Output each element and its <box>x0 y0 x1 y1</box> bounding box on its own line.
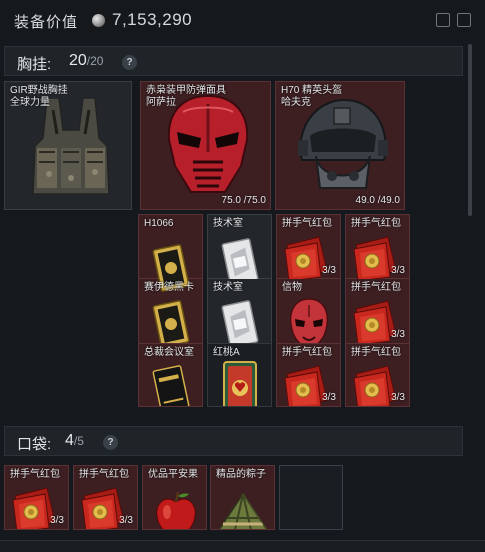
item-name: 赛伊德黑卡 <box>144 282 194 293</box>
pocket-empty-slot[interactable] <box>279 465 343 530</box>
helmet-durability: 49.0 /49.0 <box>355 195 400 206</box>
black-keycard-icon <box>151 362 191 406</box>
item-name: H1066 <box>144 218 174 229</box>
chest-item-slot[interactable]: 拼手气红包 3/3 <box>276 343 341 407</box>
item-name: 技术室 <box>213 282 243 293</box>
mask-durability: 75.0 /75.0 <box>221 195 266 206</box>
item-name: 拼手气红包 <box>79 469 129 480</box>
rig-brand: 全球力量 <box>10 97 50 108</box>
equipment-value-amount: 7,153,290 <box>112 10 193 29</box>
item-quantity: 3/3 <box>391 329 405 340</box>
pocket-item-slot[interactable]: 精品的粽子 <box>210 465 275 530</box>
chest-rig-count: 20/20 <box>69 52 104 69</box>
gold-keycard-icon <box>151 297 191 343</box>
item-quantity: 3/3 <box>391 392 405 403</box>
chest-item-slot[interactable]: 信物 <box>276 278 341 344</box>
item-quantity: 3/3 <box>391 265 405 276</box>
chest-item-slot[interactable]: 拼手气红包 3/3 <box>345 343 410 407</box>
tech-room-keycard-icon <box>220 297 260 343</box>
chest-rig-label: 胸挂: <box>17 56 52 73</box>
helmet-name: H70 精英头盔 <box>281 85 343 96</box>
chest-item-slot[interactable]: 拼手气红包 3/3 <box>345 278 410 344</box>
item-name: 拼手气红包 <box>10 469 60 480</box>
pocket-item-slot[interactable]: 拼手气红包 3/3 <box>73 465 138 530</box>
item-name: 精品的粽子 <box>216 469 266 480</box>
pocket-label: 口袋: <box>17 436 52 453</box>
chest-rig-help-icon[interactable]: ? <box>122 55 137 70</box>
item-quantity: 3/3 <box>50 515 64 526</box>
apple-icon <box>151 488 201 529</box>
chest-item-slot[interactable]: 技术室 <box>207 278 272 344</box>
scrollbar[interactable] <box>468 44 472 216</box>
chest-item-slot[interactable]: 拼手气红包 3/3 <box>276 214 341 280</box>
pocket-item-slot[interactable]: 拼手气红包 3/3 <box>4 465 69 530</box>
pocket-help-icon[interactable]: ? <box>103 435 118 450</box>
helmet-icon <box>298 98 388 189</box>
item-name: 拼手气红包 <box>282 218 332 229</box>
pocket-item-slot[interactable]: 优品平安果 <box>142 465 207 530</box>
pocket-header: 口袋: 4/5 ? <box>4 426 463 456</box>
rig-name: GIR野战胸挂 <box>10 85 68 96</box>
item-quantity: 3/3 <box>322 265 336 276</box>
tech-room-keycard-icon <box>220 235 260 279</box>
item-name: 信物 <box>282 282 302 293</box>
panel-icon[interactable] <box>436 13 450 27</box>
item-name: 拼手气红包 <box>351 282 401 293</box>
equipment-value-bar: 装备价值 7,153,290 <box>0 0 485 40</box>
zongzi-icon <box>215 490 271 529</box>
item-name: 红桃A <box>213 347 240 358</box>
item-name: 优品平安果 <box>148 469 198 480</box>
mask-brand: 阿萨拉 <box>146 97 176 108</box>
expand-icon[interactable] <box>457 13 471 27</box>
item-name: 拼手气红包 <box>282 347 332 358</box>
rig-slot[interactable]: GIR野战胸挂 全球力量 <box>4 81 132 210</box>
item-quantity: 3/3 <box>322 392 336 403</box>
item-name: 技术室 <box>213 218 243 229</box>
chest-rig-header: 胸挂: 20/20 ? <box>4 46 463 76</box>
chest-item-slot[interactable]: 拼手气红包 3/3 <box>345 214 410 280</box>
chest-item-slot[interactable]: 红桃A <box>207 343 272 407</box>
item-name: 总裁会议室 <box>144 347 194 358</box>
equipment-value-title: 装备价值 <box>14 14 79 31</box>
red-mask-token-icon <box>287 297 331 343</box>
chest-item-slot[interactable]: 赛伊德黑卡 <box>138 278 203 344</box>
item-quantity: 3/3 <box>119 515 133 526</box>
item-name: 拼手气红包 <box>351 218 401 229</box>
item-name: 拼手气红包 <box>351 347 401 358</box>
ace-of-hearts-card-icon <box>220 360 260 406</box>
armored-mask-icon <box>167 94 249 193</box>
chest-item-slot[interactable]: 技术室 <box>207 214 272 280</box>
coin-icon <box>92 14 105 27</box>
chest-item-slot[interactable]: 总裁会议室 <box>138 343 203 407</box>
face-mask-slot[interactable]: 赤枭装甲防弹面具 阿萨拉 75.0 /75.0 <box>140 81 271 210</box>
next-section-edge <box>0 540 485 552</box>
helmet-slot[interactable]: H70 精英头盔 哈夫克 49.0 /49.0 <box>275 81 405 210</box>
helmet-brand: 哈夫克 <box>281 97 311 108</box>
pocket-count: 4/5 <box>65 432 84 449</box>
mask-name: 赤枭装甲防弹面具 <box>146 85 226 96</box>
